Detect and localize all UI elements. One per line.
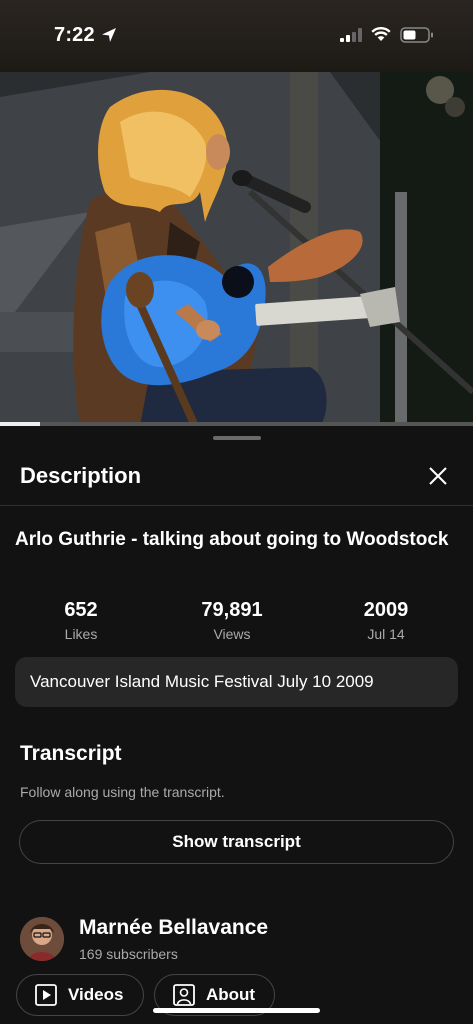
- description-text[interactable]: Vancouver Island Music Festival July 10 …: [15, 657, 458, 707]
- likes-stat: 652 Likes: [26, 598, 136, 642]
- status-bar: 7:22: [0, 0, 473, 72]
- sheet-title: Description: [20, 463, 142, 488]
- status-time: 7:22: [54, 24, 95, 46]
- likes-count: 652: [64, 599, 98, 621]
- signal-icon: [340, 28, 362, 42]
- channel-name[interactable]: Marnée Bellavance: [79, 916, 268, 940]
- publish-year: 2009: [363, 599, 409, 621]
- views-stat: 79,891 Views: [177, 598, 287, 642]
- battery-icon: [400, 27, 433, 43]
- sheet-drag-handle[interactable]: [213, 436, 261, 440]
- views-label: Views: [213, 626, 251, 642]
- publish-date: Jul 14: [367, 626, 405, 642]
- avatar[interactable]: [20, 917, 64, 961]
- channel-avatar-image: [20, 917, 64, 961]
- description-sheet: Description Arlo Guthrie - talking about…: [0, 426, 473, 1024]
- views-count: 79,891: [201, 599, 263, 621]
- location-arrow-icon: [102, 28, 116, 42]
- likes-label: Likes: [64, 626, 98, 642]
- video-title: Arlo Guthrie - talking about going to Wo…: [15, 529, 449, 550]
- videos-button[interactable]: Videos: [16, 974, 144, 1016]
- about-label: About: [206, 985, 256, 1004]
- home-indicator[interactable]: [153, 1008, 320, 1013]
- divider: [0, 505, 473, 506]
- transcript-heading: Transcript: [20, 742, 122, 765]
- videos-label: Videos: [68, 985, 124, 1004]
- play-square-icon: [35, 984, 57, 1006]
- transcript-subtitle: Follow along using the transcript.: [20, 784, 225, 800]
- wifi-icon: [371, 27, 391, 41]
- show-transcript-button[interactable]: Show transcript: [19, 820, 454, 864]
- video-frame-image: [0, 72, 473, 426]
- subscriber-count: 169 subscribers: [79, 946, 178, 962]
- video-player[interactable]: [0, 72, 473, 426]
- close-icon[interactable]: [424, 462, 452, 490]
- date-stat: 2009 Jul 14: [331, 598, 441, 642]
- person-square-icon: [173, 984, 195, 1006]
